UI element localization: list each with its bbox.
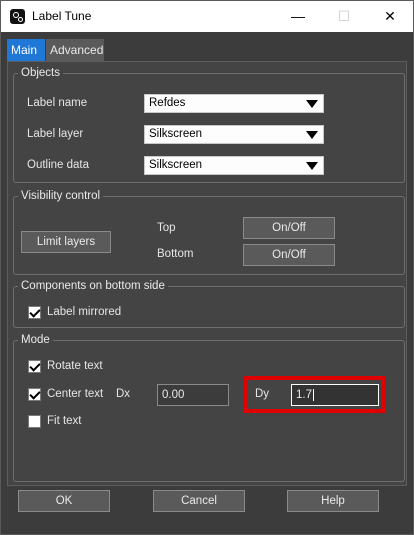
bottom-onoff-button[interactable]: On/Off bbox=[243, 244, 335, 266]
center-text-checkbox[interactable] bbox=[28, 388, 41, 401]
title-bar[interactable]: Label Tune — ☐ ✕ bbox=[1, 1, 413, 32]
top-label: Top bbox=[157, 222, 176, 234]
label-tune-window: Label Tune — ☐ ✕ Main Advanced Objects L… bbox=[0, 0, 414, 535]
label-layer-select[interactable]: Silkscreen bbox=[144, 125, 324, 144]
bottom-label: Bottom bbox=[157, 248, 194, 260]
ok-button[interactable]: OK bbox=[18, 490, 110, 512]
window-title: Label Tune bbox=[32, 9, 92, 23]
rotate-text-label: Rotate text bbox=[47, 360, 103, 372]
close-button[interactable]: ✕ bbox=[367, 1, 413, 32]
checkmark-icon bbox=[29, 360, 41, 372]
mode-legend: Mode bbox=[21, 334, 50, 346]
tab-main[interactable]: Main bbox=[7, 39, 45, 61]
label-layer-label: Label layer bbox=[27, 128, 84, 140]
visibility-legend: Visibility control bbox=[21, 190, 101, 202]
checkmark-icon bbox=[29, 388, 41, 400]
dy-label: Dy bbox=[255, 388, 270, 400]
outline-data-value: Silkscreen bbox=[149, 159, 203, 171]
dy-input-value: 1.7 bbox=[296, 389, 312, 401]
minimize-button[interactable]: — bbox=[275, 1, 321, 32]
tab-advanced[interactable]: Advanced bbox=[46, 39, 104, 61]
label-layer-value: Silkscreen bbox=[149, 128, 203, 140]
text-caret bbox=[313, 388, 314, 401]
maximize-button[interactable]: ☐ bbox=[321, 1, 367, 32]
label-name-select[interactable]: Refdes bbox=[144, 94, 324, 113]
dx-label: Dx bbox=[116, 388, 131, 400]
outline-data-label: Outline data bbox=[27, 159, 90, 171]
bottom-side-legend: Components on bottom side bbox=[21, 280, 165, 292]
chevron-down-icon bbox=[306, 162, 318, 170]
label-mirrored-checkbox[interactable] bbox=[28, 306, 41, 319]
chevron-down-icon bbox=[306, 131, 318, 139]
outline-data-select[interactable]: Silkscreen bbox=[144, 156, 324, 175]
label-mirrored-label: Label mirrored bbox=[47, 306, 122, 318]
cancel-button[interactable]: Cancel bbox=[153, 490, 245, 512]
rotate-text-checkbox[interactable] bbox=[28, 360, 41, 373]
limit-layers-button[interactable]: Limit layers bbox=[21, 231, 111, 253]
dx-input[interactable]: 0.00 bbox=[157, 384, 229, 406]
chevron-down-icon bbox=[306, 100, 318, 108]
bottom-side-group: Components on bottom side bbox=[13, 280, 405, 328]
fit-text-label: Fit text bbox=[47, 415, 82, 427]
objects-legend: Objects bbox=[21, 67, 60, 79]
app-icon bbox=[10, 9, 25, 24]
checkmark-icon bbox=[29, 306, 41, 318]
label-name-label: Label name bbox=[27, 97, 88, 109]
dy-input[interactable]: 1.7 bbox=[291, 384, 379, 406]
center-text-label: Center text bbox=[47, 388, 104, 400]
top-onoff-button[interactable]: On/Off bbox=[243, 217, 335, 239]
fit-text-checkbox[interactable] bbox=[28, 415, 41, 428]
label-name-value: Refdes bbox=[149, 97, 186, 109]
help-button[interactable]: Help bbox=[287, 490, 379, 512]
